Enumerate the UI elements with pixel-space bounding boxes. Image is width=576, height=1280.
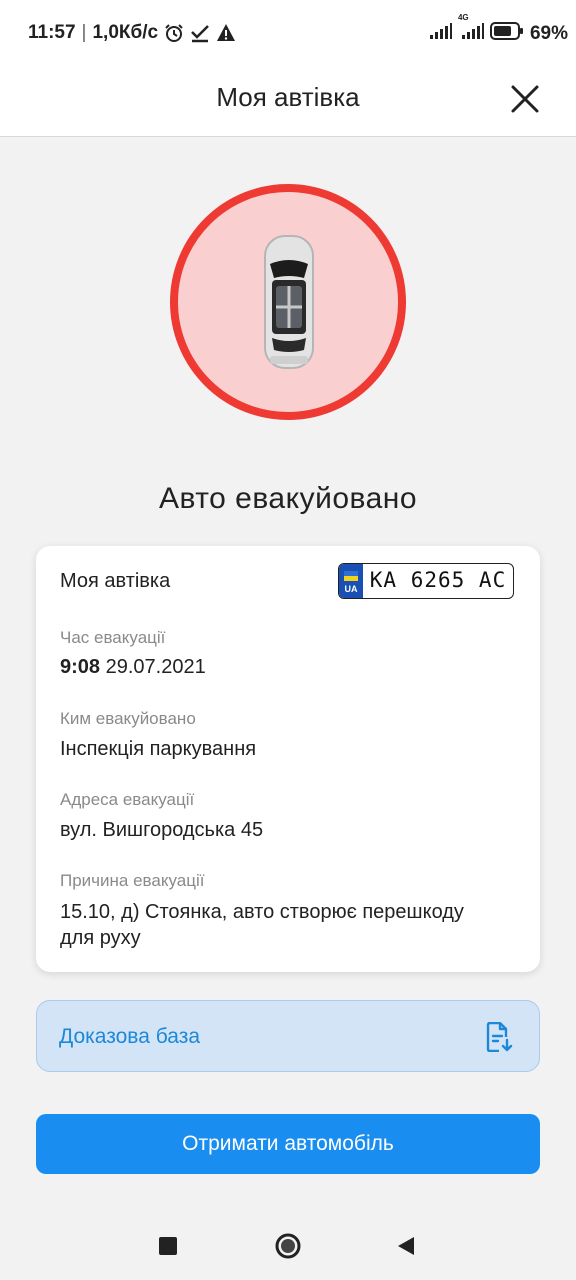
- alarm-icon: [164, 23, 184, 43]
- square-icon: [159, 1237, 177, 1255]
- triangle-back-icon: [398, 1237, 414, 1255]
- evacuation-time-value: 9:08 29.07.2021: [60, 656, 206, 679]
- evidence-button[interactable]: Доказова база: [36, 1000, 540, 1072]
- car-top-view-icon: [264, 235, 314, 369]
- evacuated-by-label: Ким евакуйовано: [60, 709, 196, 728]
- evacuation-address-label: Адреса евакуації: [60, 790, 195, 809]
- evacuation-reason-line1: 15.10, д) Стоянка, авто створює перешкод…: [60, 901, 464, 923]
- back-button[interactable]: [396, 1236, 416, 1261]
- evacuation-reason-line2: для руху: [60, 927, 141, 949]
- circle-icon: [275, 1233, 301, 1259]
- warning-icon: [216, 23, 236, 43]
- evacuation-time: 9:08: [60, 656, 101, 678]
- evidence-label: Доказова база: [59, 1025, 201, 1048]
- system-nav-bar: [0, 1210, 576, 1280]
- status-time: 11:57: [28, 22, 76, 43]
- evacuated-by-value: Інспекція паркування: [60, 738, 257, 760]
- get-vehicle-button[interactable]: Отримати автомобіль: [36, 1114, 540, 1174]
- signal-4g-icon: 4G: [458, 13, 484, 45]
- battery-percent: 69%: [529, 23, 568, 44]
- status-left: 11:57 | 1,0Кб/с: [28, 22, 236, 44]
- evacuation-address-value: вул. Вишгородська 45: [60, 819, 264, 841]
- plate-country-code: UA: [344, 584, 358, 594]
- page-title: Моя автівка: [216, 82, 360, 112]
- recents-button[interactable]: [158, 1236, 178, 1261]
- signal-icon: [429, 23, 452, 45]
- evacuated-status-circle: [170, 184, 406, 420]
- plate-country-badge: UA: [339, 564, 363, 598]
- evacuation-status-title: Авто евакуйовано: [158, 482, 418, 515]
- status-bar: 11:57 | 1,0Кб/с 4G 69%: [0, 0, 576, 64]
- status-network-speed: 1,0Кб/с: [92, 22, 159, 43]
- evacuation-time-label: Час евакуації: [60, 628, 166, 647]
- app-header: Моя автівка: [0, 64, 576, 137]
- document-download-icon: [486, 1022, 513, 1052]
- status-right: 4G 69%: [429, 13, 568, 46]
- evacuation-date: 29.07.2021: [105, 656, 206, 678]
- card-title: Моя автівка: [60, 570, 171, 592]
- check-icon: [190, 23, 210, 43]
- close-icon: [511, 85, 539, 113]
- license-plate: UA KA 6265 AC: [338, 563, 514, 599]
- evacuation-reason-label: Причина евакуації: [60, 871, 205, 890]
- close-button[interactable]: [508, 82, 542, 116]
- home-button[interactable]: [274, 1232, 302, 1265]
- vehicle-info-card: Моя автівка UA KA 6265 AC Час евакуації …: [36, 546, 540, 972]
- plate-number: KA 6265 AC: [369, 568, 507, 592]
- battery-icon: [489, 22, 524, 46]
